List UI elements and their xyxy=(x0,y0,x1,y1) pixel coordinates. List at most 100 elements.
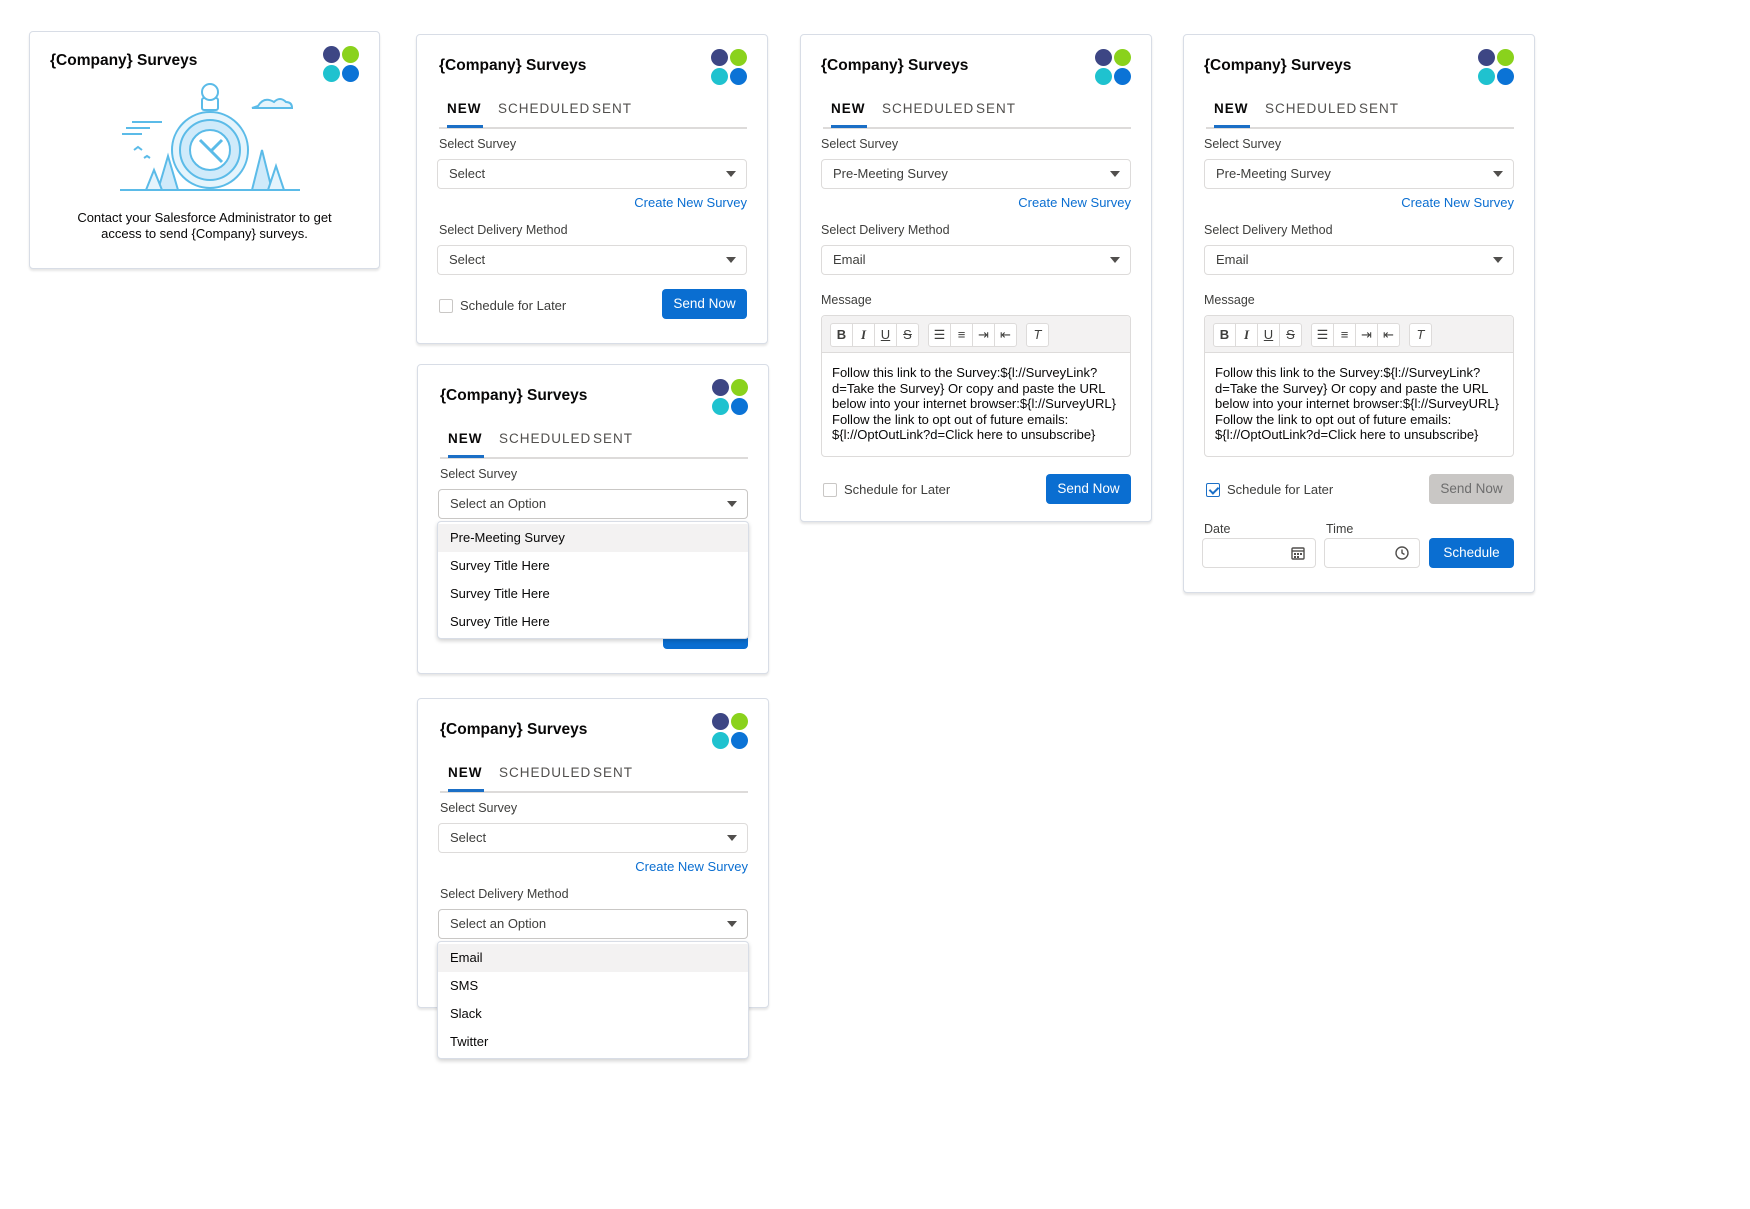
strikethrough-icon[interactable]: S xyxy=(897,324,918,346)
survey-card-scheduled: {Company} Surveys NEW SCHEDULED SENT Sel… xyxy=(1183,34,1535,593)
indent-icon[interactable]: ⇥ xyxy=(1356,324,1378,346)
survey-option[interactable]: Survey Title Here xyxy=(438,608,748,636)
delivery-option[interactable]: Email xyxy=(438,944,748,972)
editor-toolbar: B I U S ☰ ≡ ⇥ ⇤ T xyxy=(822,316,1130,353)
chevron-down-icon xyxy=(727,835,737,841)
chevron-down-icon xyxy=(1110,257,1120,263)
tab-new[interactable]: NEW xyxy=(1214,101,1250,128)
strikethrough-icon[interactable]: S xyxy=(1280,324,1301,346)
delivery-option[interactable]: Twitter xyxy=(438,1028,748,1056)
delivery-select-value: Select xyxy=(449,252,486,267)
message-editor[interactable]: B I U S ☰ ≡ ⇥ ⇤ T Follow this link to th… xyxy=(1204,315,1514,457)
tab-bar: NEW SCHEDULED SENT xyxy=(439,97,747,129)
tab-new[interactable]: NEW xyxy=(831,101,867,128)
time-label: Time xyxy=(1326,522,1354,536)
tab-scheduled[interactable]: SCHEDULED xyxy=(882,101,974,127)
survey-card-default: {Company} Surveys NEW SCHEDULED SENT Sel… xyxy=(416,34,768,344)
survey-select[interactable]: Pre-Meeting Survey xyxy=(821,159,1131,189)
company-logo-icon xyxy=(1478,49,1514,85)
tab-scheduled[interactable]: SCHEDULED xyxy=(499,431,591,457)
survey-option[interactable]: Survey Title Here xyxy=(438,552,748,580)
survey-option[interactable]: Pre-Meeting Survey xyxy=(438,524,748,552)
tab-scheduled[interactable]: SCHEDULED xyxy=(1265,101,1357,127)
tab-sent[interactable]: SENT xyxy=(593,765,633,791)
italic-icon[interactable]: I xyxy=(853,324,875,346)
time-input[interactable] xyxy=(1324,538,1420,568)
chevron-down-icon xyxy=(727,921,737,927)
send-now-button[interactable]: Send Now xyxy=(1429,474,1514,504)
date-label: Date xyxy=(1204,522,1231,536)
delivery-select[interactable]: Select an Option xyxy=(438,909,748,939)
tab-new[interactable]: NEW xyxy=(447,101,483,128)
survey-select[interactable]: Select an Option xyxy=(438,489,748,519)
card-title: {Company} Surveys xyxy=(50,52,198,69)
numbered-list-icon[interactable]: ≡ xyxy=(951,324,973,346)
company-logo-icon xyxy=(712,379,748,415)
tab-scheduled[interactable]: SCHEDULED xyxy=(498,101,590,127)
survey-option[interactable]: Survey Title Here xyxy=(438,580,748,608)
delivery-option[interactable]: SMS xyxy=(438,972,748,1000)
italic-icon[interactable]: I xyxy=(1236,324,1258,346)
date-input[interactable] xyxy=(1202,538,1316,568)
numbered-list-icon[interactable]: ≡ xyxy=(1334,324,1356,346)
tab-bar: NEW SCHEDULED SENT xyxy=(440,427,748,459)
create-new-survey-link[interactable]: Create New Survey xyxy=(1018,195,1131,210)
schedule-button[interactable]: Schedule xyxy=(1429,538,1514,568)
select-delivery-label: Select Delivery Method xyxy=(439,223,568,237)
card-title: {Company} Surveys xyxy=(440,721,588,738)
outdent-icon[interactable]: ⇤ xyxy=(995,324,1016,346)
create-new-survey-link[interactable]: Create New Survey xyxy=(635,859,748,874)
underline-icon[interactable]: U xyxy=(1258,324,1280,346)
chevron-down-icon xyxy=(726,171,736,177)
underline-icon[interactable]: U xyxy=(875,324,897,346)
outdent-icon[interactable]: ⇤ xyxy=(1378,324,1399,346)
bold-icon[interactable]: B xyxy=(831,324,853,346)
delivery-option[interactable]: Slack xyxy=(438,1000,748,1028)
survey-select[interactable]: Select xyxy=(437,159,747,189)
delivery-select[interactable]: Email xyxy=(821,245,1131,275)
message-body[interactable]: Follow this link to the Survey:${l://Sur… xyxy=(1205,353,1513,455)
tab-scheduled[interactable]: SCHEDULED xyxy=(499,765,591,791)
survey-select-value: Select xyxy=(449,166,486,181)
no-access-card: {Company} Surveys Contact your Salesforc… xyxy=(29,31,380,269)
message-body[interactable]: Follow this link to the Survey:${l://Sur… xyxy=(822,353,1130,455)
tab-sent[interactable]: SENT xyxy=(593,431,633,457)
message-label: Message xyxy=(1204,293,1255,307)
chevron-down-icon xyxy=(1110,171,1120,177)
tab-bar: NEW SCHEDULED SENT xyxy=(1206,97,1514,129)
survey-select-value: Pre-Meeting Survey xyxy=(1216,166,1331,181)
tab-new[interactable]: NEW xyxy=(448,765,484,792)
indent-icon[interactable]: ⇥ xyxy=(973,324,995,346)
checkbox-box[interactable] xyxy=(1206,483,1220,497)
select-delivery-label: Select Delivery Method xyxy=(1204,223,1333,237)
tab-sent[interactable]: SENT xyxy=(592,101,632,127)
tab-sent[interactable]: SENT xyxy=(976,101,1016,127)
checkbox-box[interactable] xyxy=(823,483,837,497)
delivery-select[interactable]: Email xyxy=(1204,245,1514,275)
bullet-list-icon[interactable]: ☰ xyxy=(929,324,951,346)
card-title: {Company} Surveys xyxy=(821,57,969,74)
survey-select[interactable]: Select xyxy=(438,823,748,853)
company-logo-icon xyxy=(1095,49,1131,85)
survey-select[interactable]: Pre-Meeting Survey xyxy=(1204,159,1514,189)
clear-format-icon[interactable]: T xyxy=(1027,324,1048,346)
tab-new[interactable]: NEW xyxy=(448,431,484,458)
delivery-select[interactable]: Select xyxy=(437,245,747,275)
create-new-survey-link[interactable]: Create New Survey xyxy=(634,195,747,210)
checkbox-box[interactable] xyxy=(439,299,453,313)
clear-format-icon[interactable]: T xyxy=(1410,324,1431,346)
chevron-down-icon xyxy=(727,501,737,507)
schedule-later-label: Schedule for Later xyxy=(1227,482,1334,497)
send-now-button[interactable]: Send Now xyxy=(1046,474,1131,504)
message-editor[interactable]: B I U S ☰ ≡ ⇥ ⇤ T Follow this link to th… xyxy=(821,315,1131,457)
tab-bar: NEW SCHEDULED SENT xyxy=(823,97,1131,129)
tab-sent[interactable]: SENT xyxy=(1359,101,1399,127)
tab-bar: NEW SCHEDULED SENT xyxy=(440,761,748,793)
bullet-list-icon[interactable]: ☰ xyxy=(1312,324,1334,346)
editor-toolbar: B I U S ☰ ≡ ⇥ ⇤ T xyxy=(1205,316,1513,353)
send-now-button[interactable]: Send Now xyxy=(662,289,747,319)
select-delivery-label: Select Delivery Method xyxy=(440,887,569,901)
company-logo-icon xyxy=(712,713,748,749)
bold-icon[interactable]: B xyxy=(1214,324,1236,346)
create-new-survey-link[interactable]: Create New Survey xyxy=(1401,195,1514,210)
